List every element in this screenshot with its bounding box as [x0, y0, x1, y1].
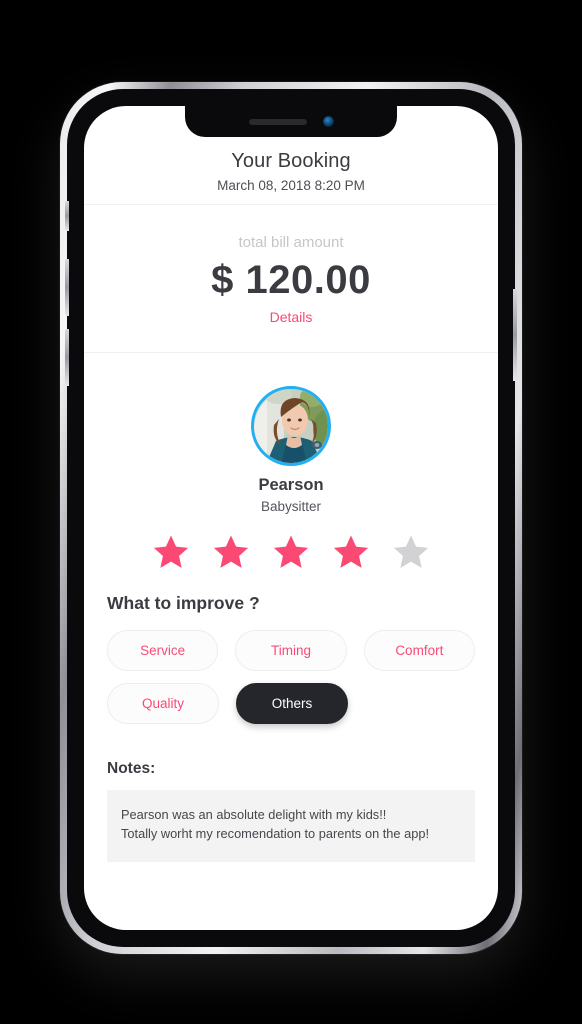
avatar[interactable]	[251, 386, 331, 466]
notes-label: Notes:	[107, 760, 156, 777]
star-icon-2[interactable]	[211, 533, 251, 571]
chip-others[interactable]: Others	[236, 683, 348, 724]
notes-section: Notes: Pearson was an absolute delight w…	[84, 736, 498, 862]
star-icon-3[interactable]	[271, 533, 311, 571]
bill-label: total bill amount	[238, 234, 344, 251]
notes-line-1: Pearson was an absolute delight with my …	[121, 807, 387, 822]
chip-comfort[interactable]: Comfort	[363, 630, 475, 671]
notch	[185, 106, 397, 137]
booking-datetime: March 08, 2018 8:20 PM	[217, 178, 365, 193]
power-button[interactable]	[513, 289, 517, 381]
notes-textarea[interactable]: Pearson was an absolute delight with my …	[107, 790, 475, 862]
bill-details-link[interactable]: Details	[84, 309, 498, 325]
chip-row-1: Service Timing Comfort	[107, 630, 475, 671]
phone-body: Your Booking March 08, 2018 8:20 PM tota…	[65, 89, 517, 947]
avatar-photo	[254, 389, 328, 463]
notes-line-2: Totally worht my recomendation to parent…	[121, 826, 430, 842]
speaker-grille-icon	[248, 118, 307, 125]
bill-section: total bill amount $ 120.00 Details	[84, 205, 498, 353]
provider-role: Babysitter	[260, 499, 322, 514]
volume-down-button[interactable]	[65, 329, 69, 386]
chip-row-2: Quality Others	[107, 683, 475, 724]
rating-stars[interactable]	[84, 533, 498, 571]
front-camera-icon	[322, 116, 334, 127]
chip-quality[interactable]: Quality	[107, 683, 219, 724]
profile-section: Pearson Babysitter	[84, 353, 498, 571]
star-icon-5[interactable]	[391, 533, 431, 571]
phone-screen: Your Booking March 08, 2018 8:20 PM tota…	[84, 106, 498, 930]
provider-name: Pearson	[258, 476, 324, 494]
volume-up-button[interactable]	[65, 259, 69, 316]
improve-title: What to improve ?	[107, 593, 260, 613]
silent-switch-button[interactable]	[65, 201, 69, 231]
bill-amount: $ 120.00	[211, 258, 371, 302]
chip-service[interactable]: Service	[107, 630, 219, 671]
improve-section: What to improve ? Service Timing Comfort…	[84, 571, 498, 736]
page-title: Your Booking	[231, 150, 351, 172]
phone-frame: Your Booking March 08, 2018 8:20 PM tota…	[60, 82, 522, 954]
star-icon-1[interactable]	[151, 533, 191, 571]
booking-review-screen: Your Booking March 08, 2018 8:20 PM tota…	[84, 106, 498, 930]
chip-timing[interactable]: Timing	[235, 630, 347, 671]
star-icon-4[interactable]	[331, 533, 371, 571]
